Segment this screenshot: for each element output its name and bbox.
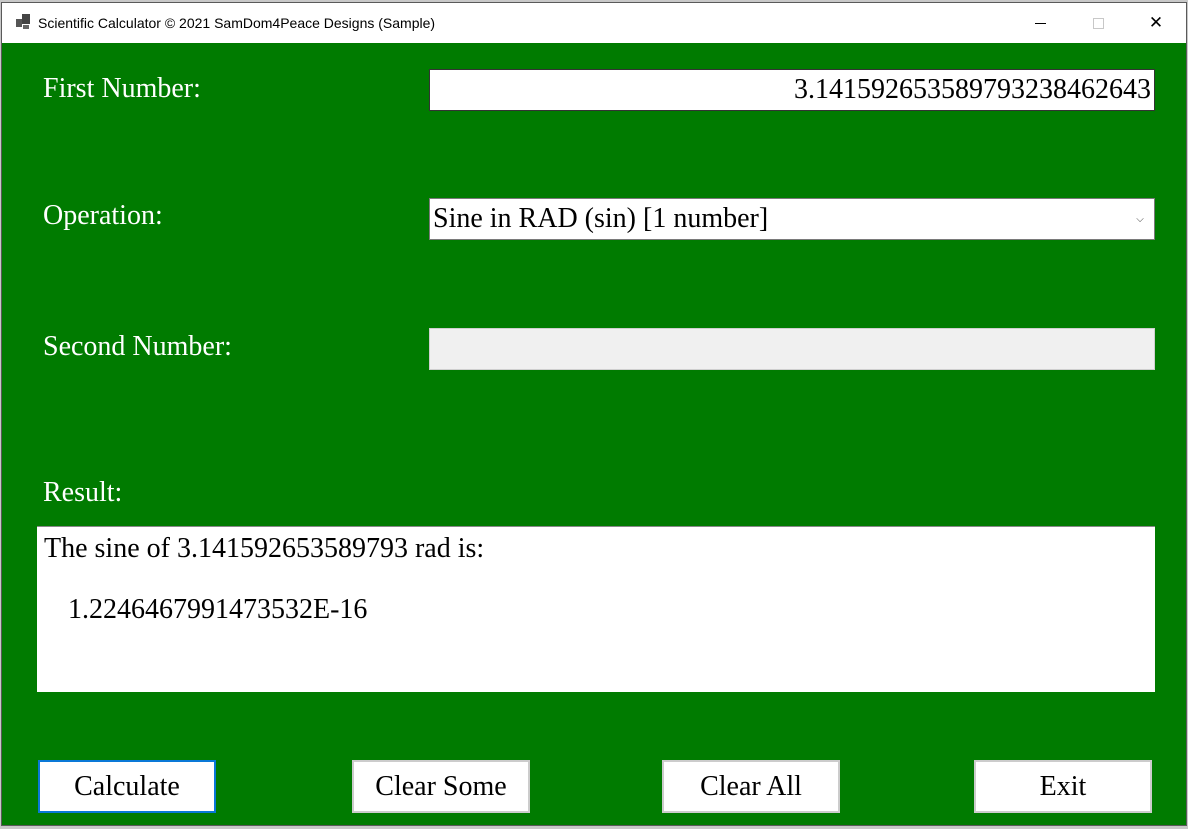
close-icon: ✕ — [1148, 12, 1164, 33]
clear-all-button[interactable]: Clear All — [662, 760, 840, 813]
result-value: 1.2246467991473532E-16 — [68, 594, 368, 625]
second-number-input[interactable] — [429, 328, 1155, 370]
minimize-icon — [1034, 22, 1046, 24]
result-label: Result: — [43, 477, 123, 508]
clear-some-button[interactable]: Clear Some — [352, 760, 530, 813]
minimize-button[interactable] — [1017, 3, 1063, 43]
calculate-button[interactable]: Calculate — [38, 760, 216, 813]
title-bar: Scientific Calculator © 2021 SamDom4Peac… — [2, 3, 1186, 43]
operation-dropdown[interactable]: Sine in RAD (sin) [1 number] ⌵ — [429, 198, 1155, 240]
maximize-button[interactable] — [1075, 3, 1121, 43]
app-window-icon — [16, 14, 32, 30]
chevron-down-icon[interactable]: ⌵ — [1130, 214, 1150, 225]
maximize-icon — [1092, 17, 1104, 29]
second-number-label: Second Number: — [43, 331, 232, 362]
first-number-label: First Number: — [43, 73, 201, 104]
calculator-window: Scientific Calculator © 2021 SamDom4Peac… — [1, 2, 1187, 826]
result-textbox[interactable]: The sine of 3.141592653589793 rad is: 1.… — [37, 526, 1155, 692]
operation-selected-value: Sine in RAD (sin) [1 number] — [433, 203, 769, 234]
window-title: Scientific Calculator © 2021 SamDom4Peac… — [38, 15, 436, 31]
close-button[interactable]: ✕ — [1133, 3, 1179, 43]
exit-button[interactable]: Exit — [974, 760, 1152, 813]
operation-label: Operation: — [43, 200, 163, 231]
result-description: The sine of 3.141592653589793 rad is: — [44, 533, 485, 564]
first-number-input[interactable] — [429, 69, 1155, 111]
